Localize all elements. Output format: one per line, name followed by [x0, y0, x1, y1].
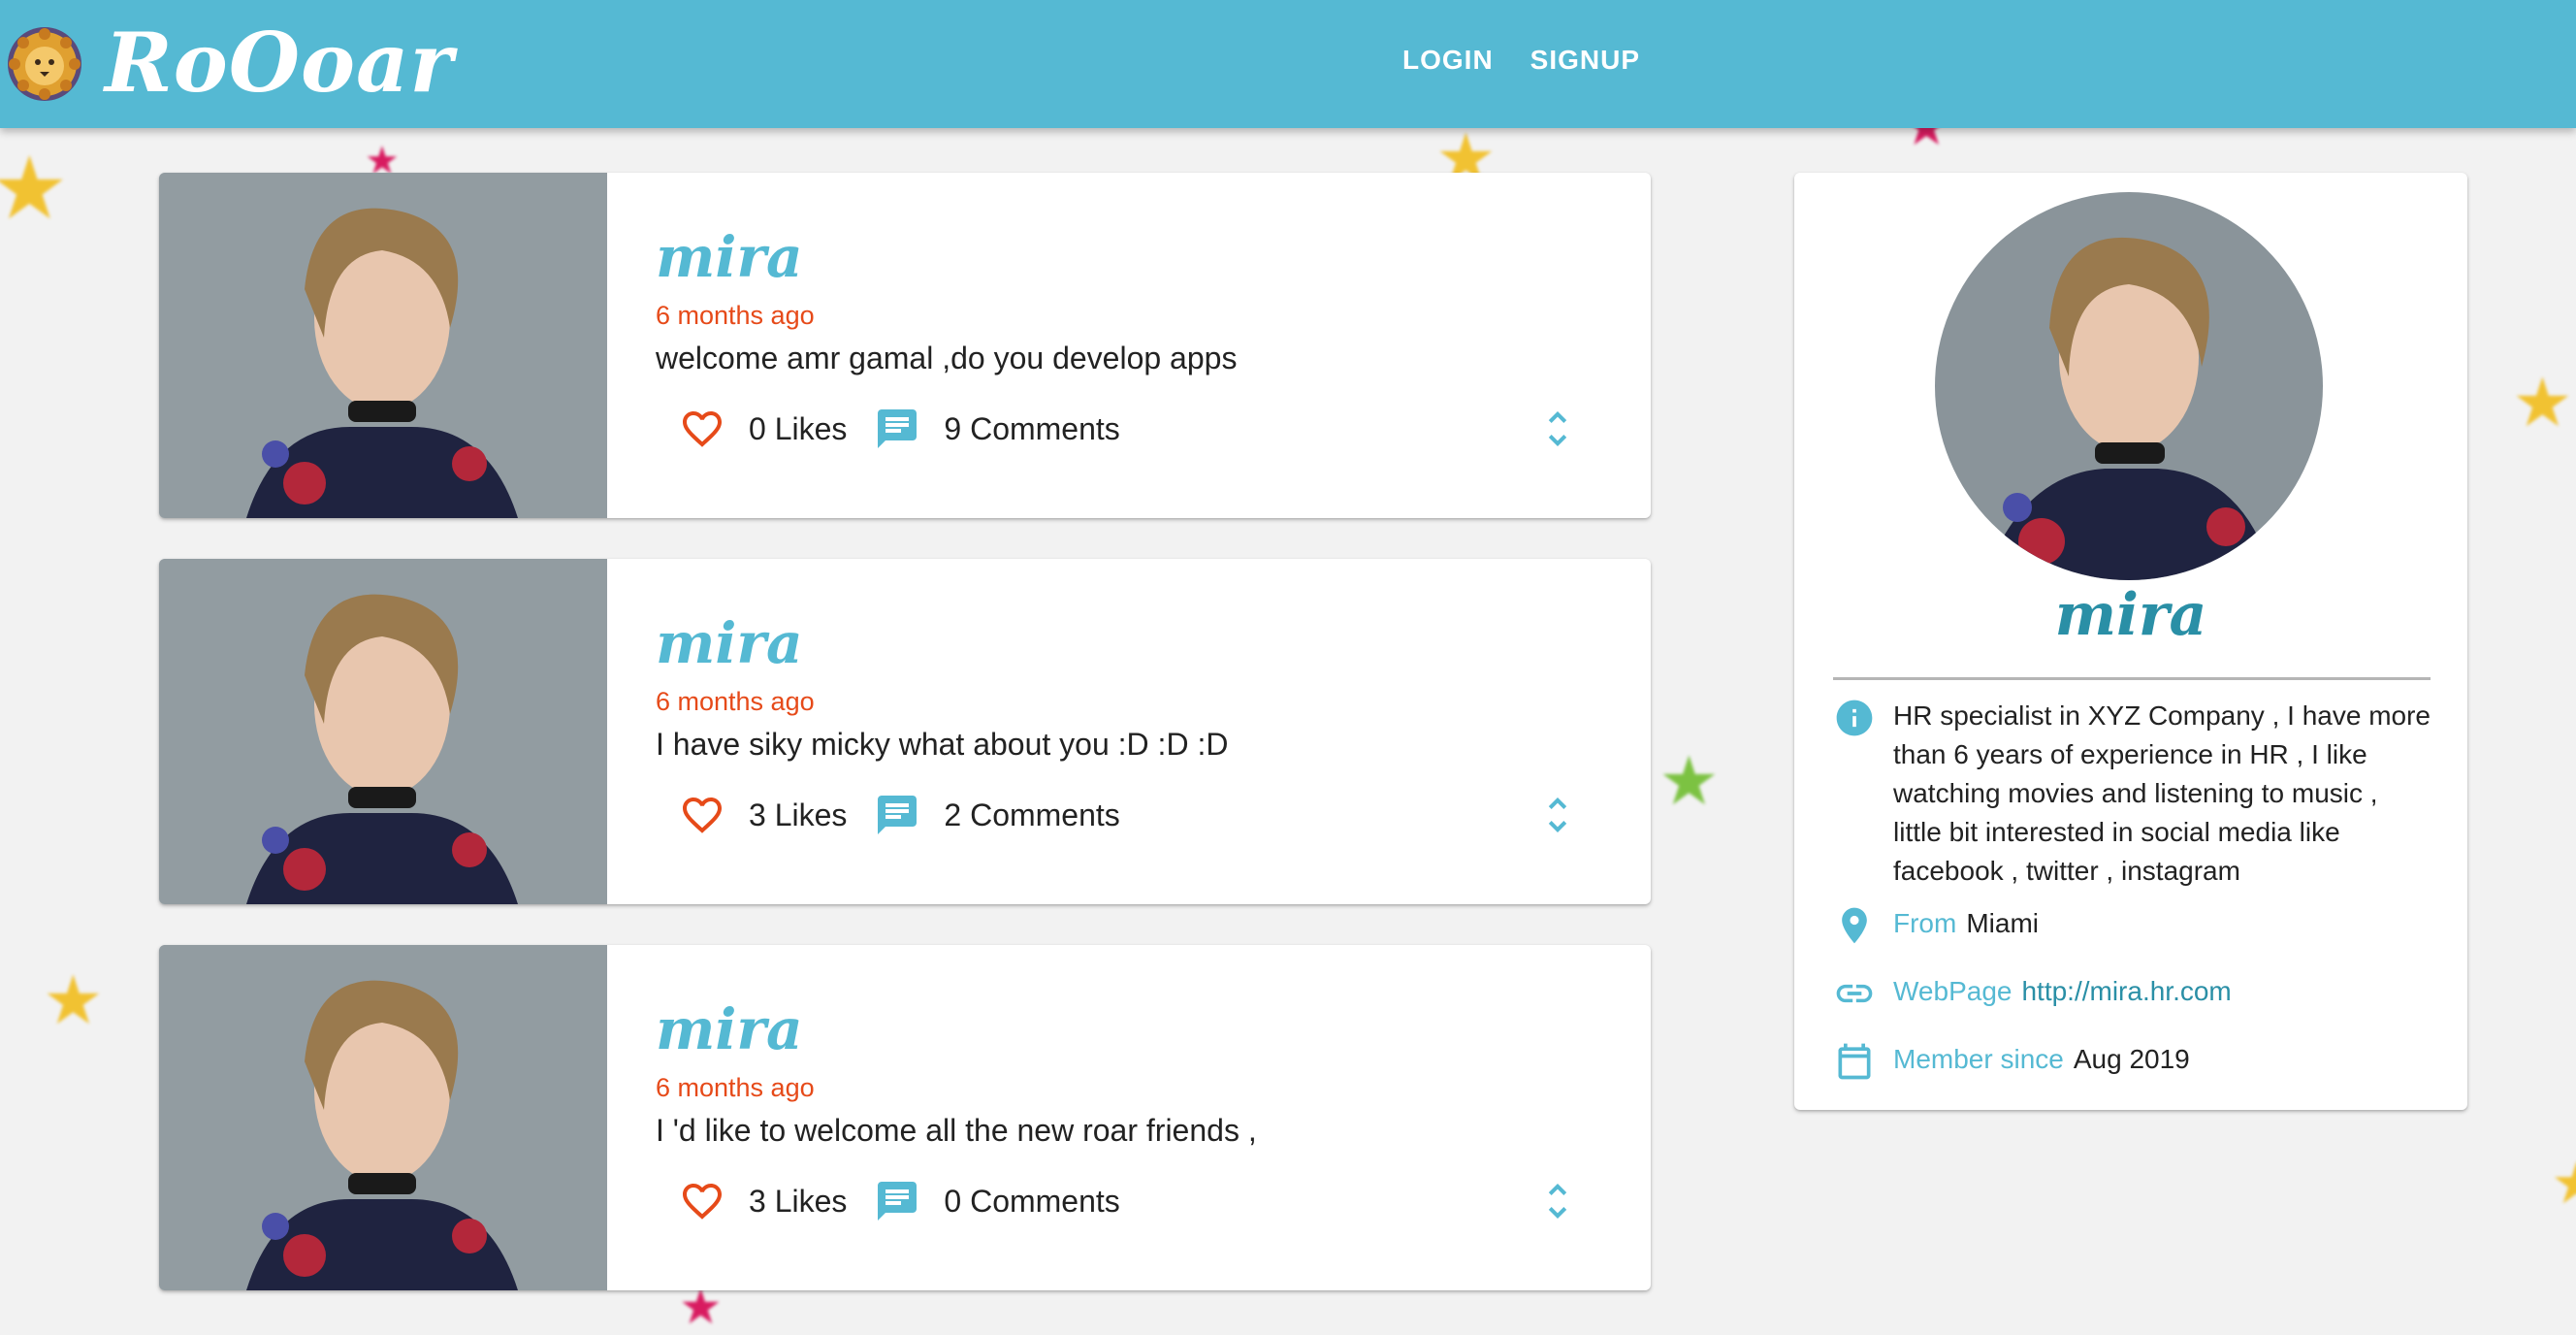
bio-line: little bit interested in social media li…: [1893, 817, 2340, 847]
post-author-photo: [159, 945, 607, 1290]
profile-bio: HR specialist in XYZ Company , I have mo…: [1893, 697, 2442, 891]
post-card: mira 6 months ago I 'd like to welcome a…: [159, 945, 1651, 1290]
decorative-star: ★: [1658, 741, 1720, 821]
chat-icon[interactable]: [874, 406, 920, 452]
post-actions: 3 Likes 2 Comments: [679, 788, 1120, 842]
profile-webpage-row: WebPage http://mira.hr.com: [1893, 972, 2232, 1011]
decorative-star: ★: [0, 138, 69, 240]
member-since-value: Aug 2019: [2073, 1044, 2190, 1074]
login-link[interactable]: LOGIN: [1402, 45, 1494, 76]
likes-count-label[interactable]: 0 Likes: [749, 411, 847, 447]
likes-count-label[interactable]: 3 Likes: [749, 798, 847, 833]
bio-line: HR specialist in XYZ Company , I have mo…: [1893, 700, 2431, 731]
avatar: [1935, 192, 2323, 580]
info-icon: [1836, 700, 1873, 736]
lion-icon[interactable]: [6, 25, 83, 103]
from-value: Miami: [1966, 908, 2039, 938]
unfold-more-icon[interactable]: [1534, 792, 1581, 838]
post-body-text: welcome amr gamal ,do you develop apps: [656, 341, 1238, 375]
post-body-text: I have siky micky what about you :D :D :…: [656, 727, 1229, 762]
post-actions: 3 Likes 0 Comments: [679, 1174, 1120, 1228]
top-nav: LOGIN SIGNUP: [1402, 45, 1640, 76]
heart-outline-icon[interactable]: [679, 792, 725, 838]
webpage-label: WebPage: [1893, 976, 2012, 1006]
post-actions: 0 Likes 9 Comments: [679, 402, 1120, 456]
post-timestamp: 6 months ago: [656, 687, 815, 716]
post-author-name[interactable]: mira: [656, 609, 803, 677]
profile-card: mira HR specialist in XYZ Company , I ha…: [1794, 173, 2467, 1110]
post-card: mira 6 months ago welcome amr gamal ,do …: [159, 173, 1651, 518]
webpage-link[interactable]: http://mira.hr.com: [2021, 976, 2231, 1006]
post-author-name[interactable]: mira: [656, 995, 803, 1063]
member-since-label: Member since: [1893, 1044, 2064, 1074]
app-logo-text[interactable]: RoOoar: [105, 10, 454, 116]
heart-outline-icon[interactable]: [679, 1178, 725, 1224]
comments-count-label[interactable]: 2 Comments: [944, 798, 1119, 833]
profile-name: mira: [2054, 581, 2207, 649]
profile-from-row: From Miami: [1893, 904, 2039, 943]
post-timestamp: 6 months ago: [656, 1073, 815, 1102]
decorative-star: ★: [2551, 1155, 2576, 1213]
post-timestamp: 6 months ago: [656, 301, 815, 330]
top-app-bar: RoOoar LOGIN SIGNUP: [0, 0, 2576, 128]
comments-count-label[interactable]: 0 Comments: [944, 1184, 1119, 1220]
bio-line: facebook , twitter , instagram: [1893, 856, 2240, 886]
comments-count-label[interactable]: 9 Comments: [944, 411, 1119, 447]
link-icon: [1836, 984, 1873, 1003]
unfold-more-icon[interactable]: [1534, 406, 1581, 452]
heart-outline-icon[interactable]: [679, 406, 725, 452]
post-author-photo: [159, 173, 607, 518]
bio-line: watching movies and listening to music ,: [1893, 778, 2378, 808]
post-card: mira 6 months ago I have siky micky what…: [159, 559, 1651, 904]
profile-member-row: Member since Aug 2019: [1893, 1040, 2190, 1079]
post-body-text: I 'd like to welcome all the new roar fr…: [656, 1113, 1257, 1148]
unfold-more-icon[interactable]: [1534, 1178, 1581, 1224]
calendar-icon: [1838, 1043, 1871, 1080]
signup-link[interactable]: SIGNUP: [1530, 45, 1640, 76]
likes-count-label[interactable]: 3 Likes: [749, 1184, 847, 1220]
chat-icon[interactable]: [874, 792, 920, 838]
chat-icon[interactable]: [874, 1178, 920, 1224]
from-label: From: [1893, 908, 1957, 938]
post-author-name[interactable]: mira: [656, 223, 803, 291]
decorative-star: ★: [2512, 363, 2573, 442]
post-author-photo: [159, 559, 607, 904]
bio-line: than 6 years of experience in HR , I lik…: [1893, 739, 2367, 769]
location-pin-icon: [1842, 907, 1867, 944]
profile-divider: [1833, 677, 2431, 680]
decorative-star: ★: [43, 961, 104, 1040]
